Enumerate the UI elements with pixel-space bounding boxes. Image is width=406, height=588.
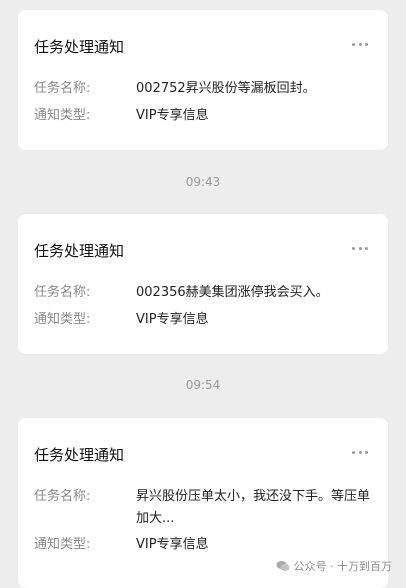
task-name-value: 昇兴股份压单太小，我还没下手。等压单加大... <box>136 489 371 526</box>
task-name-row: 任务名称: 昇兴股份压单太小，我还没下手。等压单加大... <box>34 486 372 530</box>
notify-type-value: VIP专享信息 <box>136 108 209 123</box>
card-title: 任务处理通知 <box>34 446 125 464</box>
task-name-label: 任务名称: <box>34 489 91 504</box>
more-options-icon[interactable] <box>352 450 368 454</box>
task-name-row: 任务名称: 002356赫美集团涨停我会买入。 <box>34 282 372 304</box>
task-name-value: 002752昇兴股份等漏板回封。 <box>136 81 316 96</box>
notify-type-label: 通知类型: <box>34 537 91 552</box>
notify-type-row: 通知类型: VIP专享信息 <box>34 105 372 127</box>
notify-type-row: 通知类型: VIP专享信息 <box>34 534 372 556</box>
task-name-value: 002356赫美集团涨停我会买入。 <box>136 285 329 300</box>
notify-type-label: 通知类型: <box>34 108 91 123</box>
timestamp: 09:54 <box>185 378 221 392</box>
watermark: 公众号 · 十万到百万 <box>276 558 393 574</box>
task-name-label: 任务名称: <box>34 285 91 300</box>
task-name-label: 任务名称: <box>34 81 91 96</box>
watermark-text: 公众号 · 十万到百万 <box>293 560 393 573</box>
more-options-icon[interactable] <box>352 246 368 250</box>
task-name-row: 任务名称: 002752昇兴股份等漏板回封。 <box>34 78 372 100</box>
card-title: 任务处理通知 <box>34 242 125 260</box>
card-title: 任务处理通知 <box>34 38 125 56</box>
timestamp: 09:43 <box>185 175 221 189</box>
notify-type-value: VIP专享信息 <box>136 312 209 327</box>
wechat-icon <box>276 561 289 571</box>
message-card[interactable]: 任务处理通知 任务名称: 002752昇兴股份等漏板回封。 通知类型: VIP专… <box>18 10 388 150</box>
more-options-icon[interactable] <box>352 42 368 46</box>
notify-type-row: 通知类型: VIP专享信息 <box>34 309 372 331</box>
message-card[interactable]: 任务处理通知 任务名称: 002356赫美集团涨停我会买入。 通知类型: VIP… <box>18 214 388 354</box>
notify-type-label: 通知类型: <box>34 312 91 327</box>
notify-type-value: VIP专享信息 <box>136 537 209 552</box>
